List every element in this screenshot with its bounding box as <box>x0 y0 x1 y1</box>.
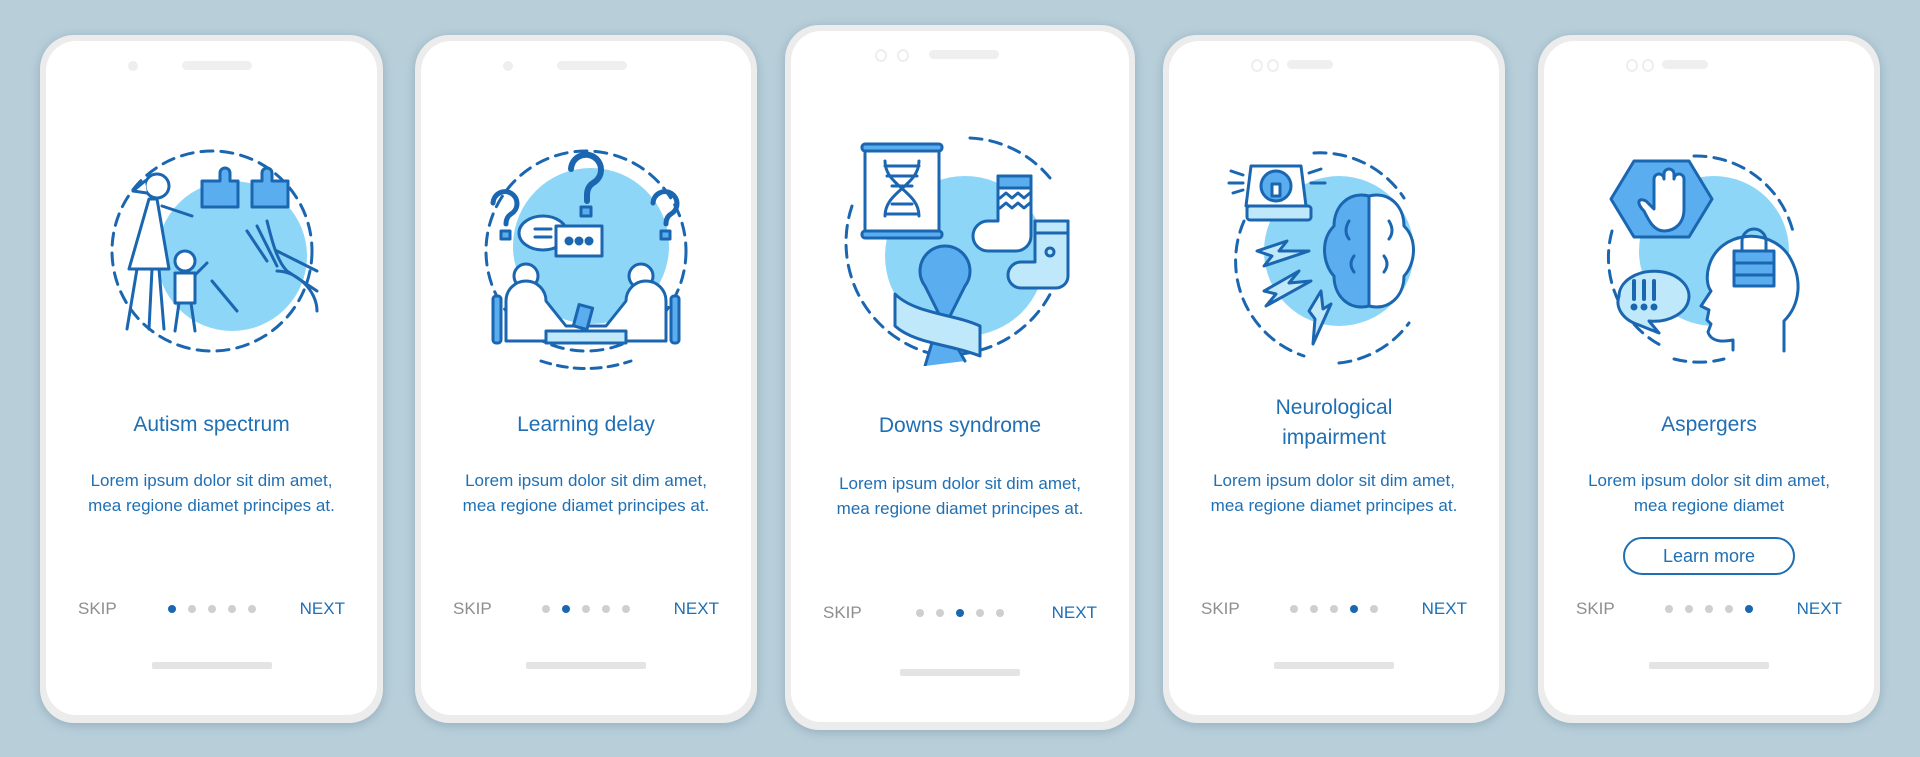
page-dot-active[interactable] <box>167 605 176 613</box>
learning-conversation-icon <box>471 141 701 371</box>
stop-hand-head-lock-icon <box>1594 141 1824 371</box>
home-indicator <box>1649 662 1769 669</box>
screen-description: Lorem ipsum dolor sit dim amet, mea regi… <box>1210 471 1458 515</box>
onboarding-screen-aspergers: Aspergers Lorem ipsum dolor sit dim amet… <box>1538 35 1880 723</box>
siren-brain-icon <box>1219 141 1449 371</box>
phone-screen: Learning delay Lorem ipsum dolor sit dim… <box>421 41 751 715</box>
onboarding-nav: SKIP NEXT <box>46 597 377 621</box>
phone-bezel <box>1544 59 1874 73</box>
onboarding-screen-downs-syndrome: Downs syndrome Lorem ipsum dolor sit dim… <box>785 25 1135 730</box>
page-dot[interactable] <box>1725 605 1733 613</box>
page-dot-active[interactable] <box>562 605 570 613</box>
page-dot[interactable] <box>1310 605 1318 613</box>
onboarding-nav: SKIP NEXT <box>791 601 1129 625</box>
phone-screen: Neurological impairment Lorem ipsum dolo… <box>1169 41 1499 715</box>
onboarding-nav: SKIP NEXT <box>421 597 751 621</box>
page-dot[interactable] <box>976 609 984 617</box>
screen-description: Lorem ipsum dolor sit dim amet, mea regi… <box>1588 471 1830 515</box>
page-indicator <box>542 605 630 613</box>
dna-socks-ribbon-icon <box>840 126 1080 366</box>
page-dot[interactable] <box>227 605 236 613</box>
page-dot[interactable] <box>1705 605 1713 613</box>
screen-title: Learning delay <box>517 413 655 436</box>
page-indicator <box>167 605 256 613</box>
screen-description: Lorem ipsum dolor sit dim amet, mea regi… <box>462 471 710 515</box>
page-dot[interactable] <box>1685 605 1693 613</box>
phone-bezel <box>46 59 377 73</box>
sensor-icon <box>1642 59 1654 72</box>
next-button[interactable]: NEXT <box>674 597 719 621</box>
page-dot[interactable] <box>916 609 924 617</box>
next-button[interactable]: NEXT <box>1797 597 1842 621</box>
next-button[interactable]: NEXT <box>1052 601 1097 625</box>
camera-icon <box>503 61 513 71</box>
page-dot[interactable] <box>542 605 550 613</box>
page-dot-active[interactable] <box>956 609 964 617</box>
phone-bezel <box>421 59 751 73</box>
screen-description: Lorem ipsum dolor sit dim amet, mea regi… <box>88 471 335 515</box>
next-button[interactable]: NEXT <box>1422 597 1467 621</box>
home-indicator <box>900 669 1020 676</box>
page-dot-active[interactable] <box>1745 605 1753 613</box>
speaker-grille <box>1287 60 1333 69</box>
next-button[interactable]: NEXT <box>300 597 345 621</box>
speaker-grille <box>929 50 999 59</box>
onboarding-nav: SKIP NEXT <box>1544 597 1874 621</box>
onboarding-nav: SKIP NEXT <box>1169 597 1499 621</box>
onboarding-screen-neurological: Neurological impairment Lorem ipsum dolo… <box>1163 35 1505 723</box>
page-dot[interactable] <box>602 605 610 613</box>
home-indicator <box>151 662 272 669</box>
sensor-icon <box>897 49 909 62</box>
phone-bezel <box>1169 59 1499 73</box>
page-dot[interactable] <box>1665 605 1673 613</box>
screen-title-line: Neurological <box>1275 396 1393 419</box>
screen-title: Neurological impairment <box>1169 393 1499 453</box>
camera-icon <box>875 49 887 62</box>
camera-icon <box>128 61 138 71</box>
screen-description: Lorem ipsum dolor sit dim amet, mea regi… <box>836 474 1084 518</box>
speaker-grille <box>1662 60 1708 69</box>
page-indicator <box>1290 605 1378 613</box>
page-indicator <box>1665 605 1753 613</box>
home-indicator <box>526 662 646 669</box>
screen-title: Autism spectrum <box>133 413 290 436</box>
camera-icon <box>1626 59 1638 72</box>
page-dot[interactable] <box>1290 605 1298 613</box>
phone-bezel <box>791 49 1129 63</box>
page-dot[interactable] <box>622 605 630 613</box>
skip-button[interactable]: SKIP <box>1201 597 1240 621</box>
sensor-icon <box>1267 59 1279 72</box>
onboarding-screen-learning-delay: Learning delay Lorem ipsum dolor sit dim… <box>415 35 757 723</box>
phone-screen: Aspergers Lorem ipsum dolor sit dim amet… <box>1544 41 1874 715</box>
page-dot[interactable] <box>936 609 944 617</box>
skip-button[interactable]: SKIP <box>78 597 117 621</box>
screen-title-line: impairment <box>1282 426 1386 449</box>
phone-screen: Autism spectrum Lorem ipsum dolor sit di… <box>46 41 377 715</box>
learn-more-button[interactable]: Learn more <box>1623 537 1795 575</box>
phone-screen: Downs syndrome Lorem ipsum dolor sit dim… <box>791 31 1129 722</box>
page-dot[interactable] <box>187 605 196 613</box>
camera-icon <box>1251 59 1263 72</box>
home-indicator <box>1274 662 1394 669</box>
skip-button[interactable]: SKIP <box>453 597 492 621</box>
screen-title: Downs syndrome <box>878 414 1042 437</box>
page-dot[interactable] <box>582 605 590 613</box>
page-dot[interactable] <box>996 609 1004 617</box>
page-dot[interactable] <box>1370 605 1378 613</box>
skip-button[interactable]: SKIP <box>1576 597 1615 621</box>
skip-button[interactable]: SKIP <box>823 601 862 625</box>
speaker-grille <box>557 61 627 70</box>
page-dot[interactable] <box>207 605 216 613</box>
screen-title: Aspergers <box>1661 413 1757 436</box>
onboarding-screen-autism: Autism spectrum Lorem ipsum dolor sit di… <box>40 35 383 723</box>
page-dot[interactable] <box>247 605 256 613</box>
autism-family-icon <box>97 141 327 371</box>
page-dot[interactable] <box>1330 605 1338 613</box>
page-dot-active[interactable] <box>1350 605 1358 613</box>
speaker-grille <box>182 61 252 70</box>
page-indicator <box>916 609 1004 617</box>
